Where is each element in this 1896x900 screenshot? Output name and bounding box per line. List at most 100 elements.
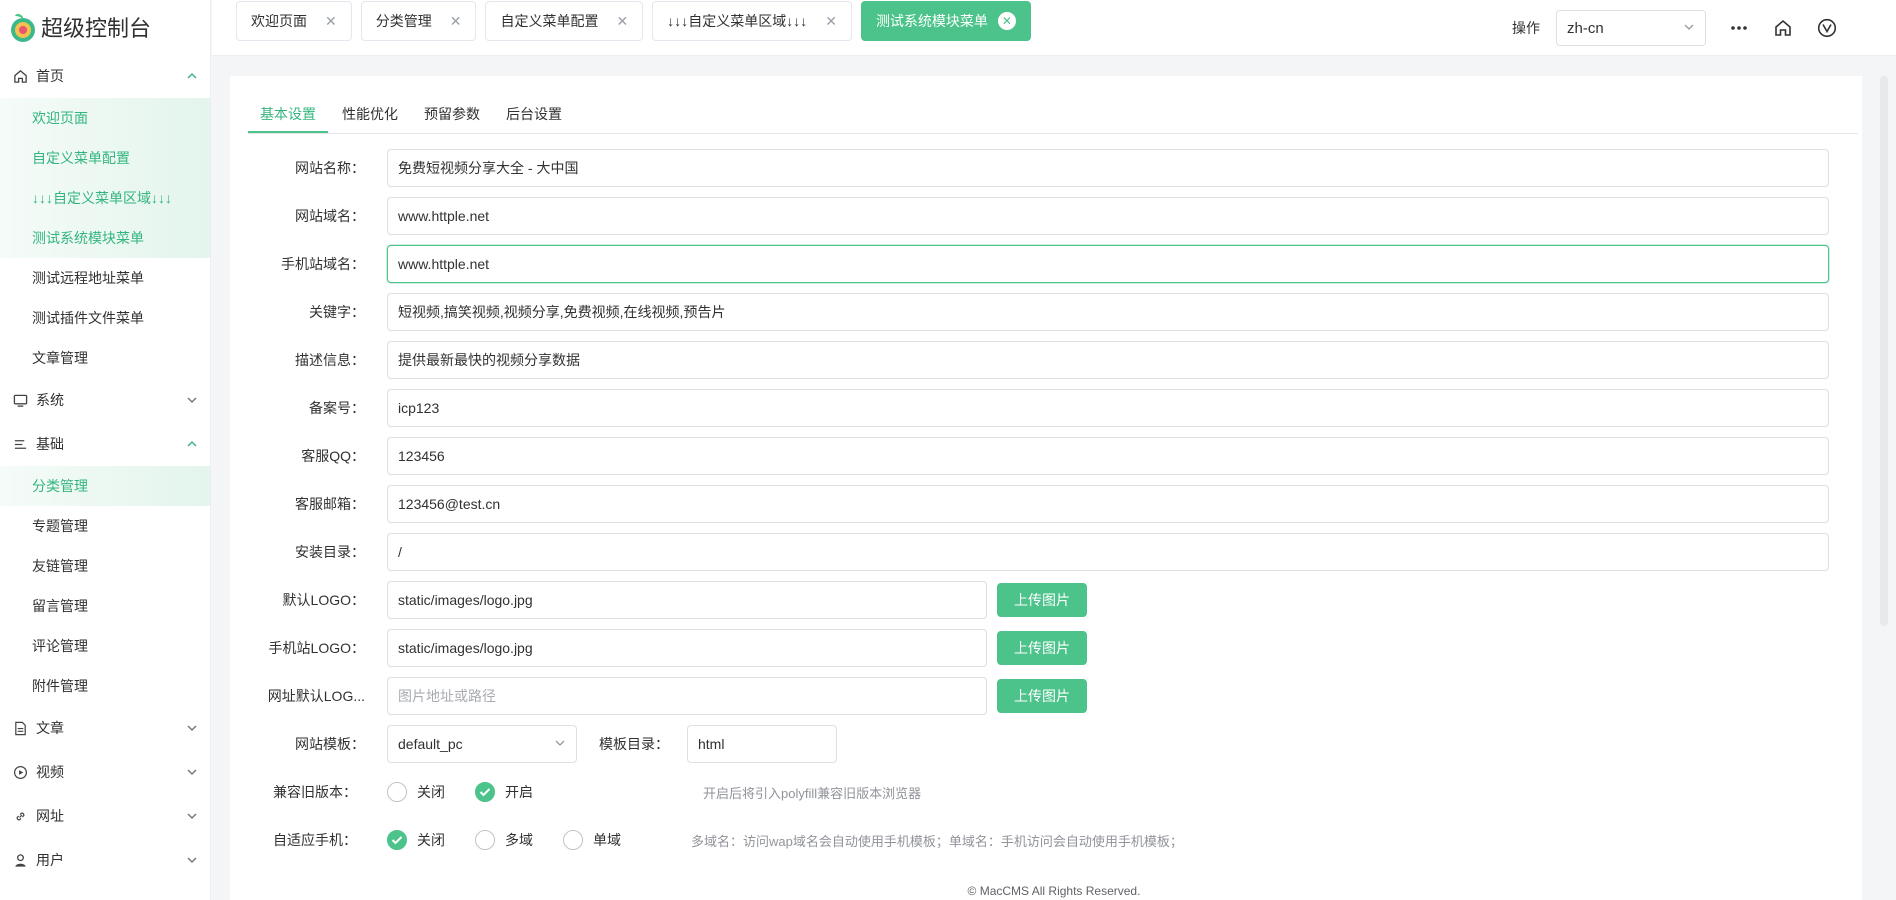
close-icon[interactable]: ✕ xyxy=(825,13,837,30)
form-row-qq: 客服QQ： 123456 xyxy=(230,437,1829,475)
form-row-mobile-logo: 手机站LOGO： static/images/logo.jpg 上传图片 xyxy=(230,629,1087,667)
sidebar-item-test-plugin-file[interactable]: 测试插件文件菜单 xyxy=(0,298,210,338)
sidebar-item-test-system-module[interactable]: 测试系统模块菜单 xyxy=(0,218,210,258)
tab-custom-menu-area[interactable]: ↓↓↓自定义菜单区域↓↓↓ ✕ xyxy=(652,1,852,41)
template-value: default_pc xyxy=(398,736,463,752)
sidebar-item-friendlink-manage[interactable]: 友链管理 xyxy=(0,546,210,586)
field-label: 默认LOGO： xyxy=(282,592,365,608)
vuejs-logo-icon[interactable] xyxy=(1816,17,1838,39)
sidebar-item-attachment-manage[interactable]: 附件管理 xyxy=(0,666,210,706)
tab-backend-settings[interactable]: 后台设置 xyxy=(494,96,574,133)
chevron-down-icon xyxy=(186,722,198,734)
upload-image-button[interactable]: 上传图片 xyxy=(997,679,1087,713)
email-input[interactable]: 123456@test.cn xyxy=(387,485,1829,523)
menu-group-url[interactable]: 网址 xyxy=(0,794,210,838)
close-circle-icon[interactable]: ✕ xyxy=(997,12,1016,30)
menu-group-basic[interactable]: 基础 xyxy=(0,422,210,466)
site-domain-input[interactable]: www.httple.net xyxy=(387,197,1829,235)
tab-label: 欢迎页面 xyxy=(251,13,307,29)
logo-input[interactable]: static/images/logo.jpg xyxy=(387,581,987,619)
sidebar-item-topic-manage[interactable]: 专题管理 xyxy=(0,506,210,546)
document-icon xyxy=(12,720,28,736)
tab-basic-settings[interactable]: 基本设置 xyxy=(248,96,328,134)
logo[interactable]: 超级控制台 xyxy=(0,0,210,54)
field-label: 网站名称： xyxy=(295,160,365,176)
url-logo-input[interactable]: 图片地址或路径 xyxy=(387,677,987,715)
sidebar-item-comment-manage[interactable]: 评论管理 xyxy=(0,626,210,666)
icp-input[interactable]: icp123 xyxy=(387,389,1829,427)
sidebar-item-custom-menu-config[interactable]: 自定义菜单配置 xyxy=(0,138,210,178)
close-icon[interactable]: ✕ xyxy=(325,13,337,30)
field-label: 兼容旧版本： xyxy=(273,784,357,800)
radio-label: 关闭 xyxy=(417,784,445,800)
close-icon[interactable]: ✕ xyxy=(450,13,462,30)
site-name-input[interactable]: 免费短视频分享大全 - 大中国 xyxy=(387,149,1829,187)
sidebar-item-article-manage[interactable]: 文章管理 xyxy=(0,338,210,378)
qq-input[interactable]: 123456 xyxy=(387,437,1829,475)
field-label: 客服QQ： xyxy=(301,448,365,464)
tab-label: ↓↓↓自定义菜单区域↓↓↓ xyxy=(667,13,808,29)
menu-group-article[interactable]: 文章 xyxy=(0,706,210,750)
sidebar-item-message-manage[interactable]: 留言管理 xyxy=(0,586,210,626)
tab-reserved-params[interactable]: 预留参数 xyxy=(412,96,492,133)
radio-label: 多域 xyxy=(505,832,533,848)
mobile-domain-input[interactable]: www.httple.net xyxy=(387,245,1829,283)
menu-group-user[interactable]: 用户 xyxy=(0,838,210,882)
upload-image-button[interactable]: 上传图片 xyxy=(997,583,1087,617)
chevron-down-icon xyxy=(186,766,198,778)
chevron-down-icon xyxy=(186,810,198,822)
menu-group-system[interactable]: 系统 xyxy=(0,378,210,422)
mobile-logo-input[interactable]: static/images/logo.jpg xyxy=(387,629,987,667)
menu-group-video[interactable]: 视频 xyxy=(0,750,210,794)
tab-welcome[interactable]: 欢迎页面 ✕ xyxy=(236,1,352,41)
compat-radio-off[interactable]: 关闭 xyxy=(387,782,445,802)
form-row-site-name: 网站名称： 免费短视频分享大全 - 大中国 xyxy=(230,149,1829,187)
menu-group-home[interactable]: 首页 xyxy=(0,54,210,98)
menu-group-label: 网址 xyxy=(36,808,64,824)
scrollbar[interactable] xyxy=(1880,76,1888,626)
adaptive-radio-off[interactable]: 关闭 xyxy=(387,830,445,850)
play-icon xyxy=(12,764,28,780)
sidebar-item-custom-menu-area[interactable]: ↓↓↓自定义菜单区域↓↓↓ xyxy=(0,178,210,218)
menu-group-label: 文章 xyxy=(36,720,64,736)
adaptive-radio-single[interactable]: 单域 xyxy=(563,830,621,850)
close-icon[interactable]: ✕ xyxy=(616,13,628,30)
field-label: 网站域名： xyxy=(295,208,365,224)
compat-radio-on[interactable]: 开启 xyxy=(475,782,533,802)
language-value: zh-cn xyxy=(1567,19,1604,37)
sidebar-item-category-manage[interactable]: 分类管理 xyxy=(0,466,210,506)
app-title: 超级控制台 xyxy=(41,16,152,41)
sidebar-item-test-remote-url[interactable]: 测试远程地址菜单 xyxy=(0,258,210,298)
description-input[interactable]: 提供最新最快的视频分享数据 xyxy=(387,341,1829,379)
form-row-mobile-domain: 手机站域名： www.httple.net xyxy=(230,245,1829,283)
apple-logo-icon xyxy=(9,11,37,43)
field-label: 手机站域名： xyxy=(281,256,365,272)
settings-panel: 基本设置 性能优化 预留参数 后台设置 网站名称： 免费短视频分享大全 - 大中… xyxy=(230,76,1862,900)
sidebar-item-welcome[interactable]: 欢迎页面 xyxy=(0,98,210,138)
adaptive-radio-multi[interactable]: 多域 xyxy=(475,830,533,850)
form-row-compat: 兼容旧版本： 关闭 开启 开启后将引入polyfill兼容旧版本浏览器 xyxy=(230,773,921,811)
language-select[interactable]: zh-cn xyxy=(1556,10,1706,46)
menu-group-label: 系统 xyxy=(36,392,64,408)
radio-label: 开启 xyxy=(505,784,533,800)
home-icon[interactable] xyxy=(1772,17,1794,39)
form-row-install-dir: 安装目录： / xyxy=(230,533,1829,571)
more-icon[interactable] xyxy=(1728,17,1750,39)
tab-test-system-module[interactable]: 测试系统模块菜单 ✕ xyxy=(860,1,1031,41)
template-dir-input[interactable]: html xyxy=(687,725,837,763)
form-row-url-logo: 网址默认LOG... 图片地址或路径 上传图片 xyxy=(230,677,1087,715)
keywords-input[interactable]: 短视频,搞笑视频,视频分享,免费视频,在线视频,预告片 xyxy=(387,293,1829,331)
user-icon xyxy=(12,852,28,868)
tab-category-manage[interactable]: 分类管理 ✕ xyxy=(360,1,477,41)
radio-circle xyxy=(475,830,495,850)
operation-label: 操作 xyxy=(1512,20,1540,36)
tab-performance[interactable]: 性能优化 xyxy=(330,96,410,133)
upload-image-button[interactable]: 上传图片 xyxy=(997,631,1087,665)
tab-custom-menu-config[interactable]: 自定义菜单配置 ✕ xyxy=(485,1,644,41)
field-label: 描述信息： xyxy=(295,352,365,368)
form-row-logo: 默认LOGO： static/images/logo.jpg 上传图片 xyxy=(230,581,1087,619)
template-select[interactable]: default_pc xyxy=(387,725,577,763)
field-label: 关键字： xyxy=(309,304,365,320)
install-dir-input[interactable]: / xyxy=(387,533,1829,571)
check-icon xyxy=(475,782,495,802)
